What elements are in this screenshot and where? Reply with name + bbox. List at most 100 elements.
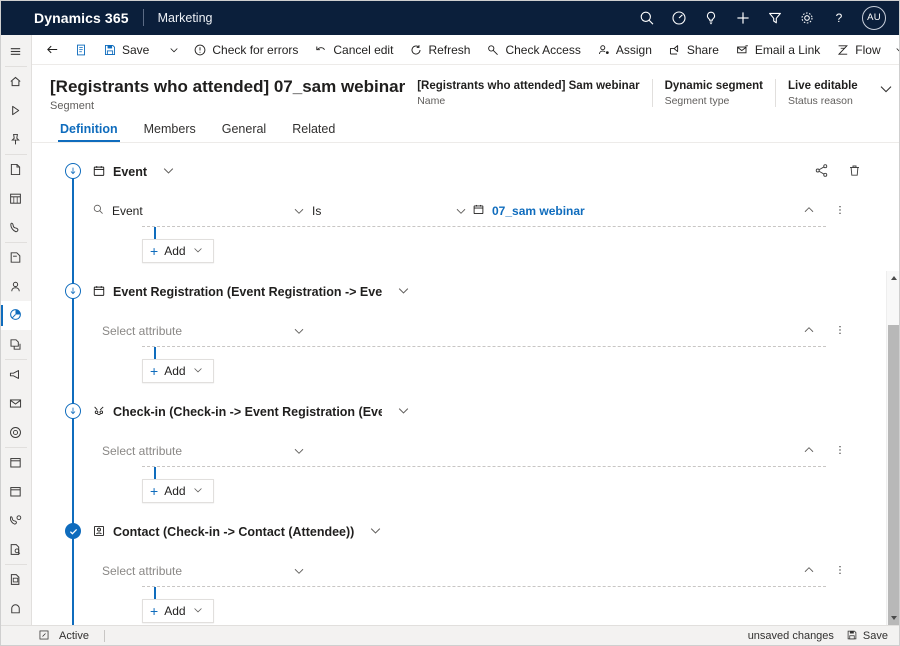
condition-value-link[interactable]: 07_sam webinar — [492, 204, 585, 218]
refresh-button[interactable]: Refresh — [401, 35, 478, 65]
query-node-open[interactable] — [65, 283, 81, 299]
query-block-chevron[interactable] — [396, 283, 411, 301]
check-access-button[interactable]: Check Access — [478, 35, 588, 65]
contact-icon[interactable] — [0, 272, 31, 301]
delete-icon[interactable] — [847, 163, 862, 181]
lightbulb-icon[interactable] — [696, 0, 726, 35]
diagnostics-icon[interactable] — [664, 0, 694, 35]
site-map-icon[interactable] — [0, 37, 31, 66]
venue-icon[interactable] — [0, 594, 31, 623]
condition-attribute[interactable]: Select attribute — [92, 324, 288, 338]
back-button[interactable] — [38, 35, 67, 65]
help-icon[interactable]: ? — [824, 0, 854, 35]
plus-icon[interactable] — [728, 0, 758, 35]
save-icon — [846, 629, 858, 644]
session-calendar-icon[interactable] — [0, 477, 31, 506]
calendar-entity-icon — [92, 164, 106, 181]
header-field-name: [Registrants who attended] Sam webinar N… — [405, 79, 651, 107]
page-title: [Registrants who attended] 07_sam webina… — [50, 77, 406, 96]
add-chevron-icon[interactable] — [192, 364, 204, 379]
share-button[interactable]: Share — [660, 35, 727, 65]
home-icon[interactable] — [0, 67, 31, 96]
form-icon[interactable] — [0, 418, 31, 447]
email-icon[interactable] — [0, 389, 31, 418]
survey-icon[interactable] — [0, 565, 31, 594]
save-options-chevron[interactable] — [163, 35, 185, 65]
scrollbar-track[interactable] — [887, 285, 900, 625]
phone-icon[interactable] — [0, 213, 31, 242]
save-button[interactable]: Save — [95, 35, 157, 65]
gear-icon[interactable] — [792, 0, 822, 35]
add-chevron-icon[interactable] — [192, 484, 204, 499]
query-block-chevron[interactable] — [161, 163, 176, 181]
query-node-open[interactable] — [65, 163, 81, 179]
header-expand-chevron[interactable] — [870, 79, 900, 100]
scroll-up-arrow[interactable] — [887, 271, 900, 285]
vertical-scrollbar[interactable] — [886, 271, 900, 625]
add-condition-button[interactable]: + Add — [142, 239, 214, 263]
tab-members[interactable]: Members — [134, 118, 206, 142]
chevron-up-icon[interactable] — [802, 323, 816, 340]
ellipsis-vertical-icon[interactable] — [834, 323, 846, 340]
condition-attribute-chevron[interactable] — [288, 564, 310, 578]
filter-icon[interactable] — [760, 0, 790, 35]
refresh-icon — [411, 44, 421, 54]
query-node-complete[interactable] — [65, 523, 81, 539]
condition-value[interactable]: 07_sam webinar — [472, 203, 585, 219]
account-icon[interactable] — [0, 243, 31, 272]
chevron-up-icon[interactable] — [802, 563, 816, 580]
tab-general[interactable]: General — [212, 118, 276, 142]
condition-operator[interactable]: Is — [310, 204, 450, 218]
condition-attribute[interactable]: Event — [92, 203, 288, 219]
chevron-down-icon — [880, 86, 892, 93]
chevron-up-icon[interactable] — [802, 443, 816, 460]
scroll-down-arrow[interactable] — [887, 611, 900, 625]
condition-attribute[interactable]: Select attribute — [92, 444, 288, 458]
chevron-up-icon[interactable] — [802, 203, 816, 220]
tab-related[interactable]: Related — [282, 118, 345, 142]
query-block-chevron[interactable] — [368, 523, 383, 541]
search-icon[interactable] — [632, 0, 662, 35]
page-icon[interactable] — [0, 155, 31, 184]
email-a-link-button[interactable]: Email a Link — [727, 35, 828, 65]
tab-definition[interactable]: Definition — [50, 118, 128, 142]
assign-button[interactable]: Assign — [589, 35, 660, 65]
add-condition-button[interactable]: + Add — [142, 599, 214, 623]
event-calendar-icon[interactable] — [0, 448, 31, 477]
ellipsis-vertical-icon[interactable] — [834, 563, 846, 580]
condition-attribute-chevron[interactable] — [288, 444, 310, 458]
flow-chevron[interactable] — [889, 35, 900, 65]
add-chevron-icon[interactable] — [192, 604, 204, 619]
journey-icon[interactable] — [0, 330, 31, 359]
recent-icon[interactable] — [0, 96, 31, 125]
flow-button[interactable]: Flow — [828, 35, 888, 65]
teamcall-icon[interactable] — [0, 506, 31, 535]
condition-row: Select attribute — [92, 556, 862, 586]
status-save-button[interactable]: Save — [846, 629, 888, 644]
pinned-icon[interactable] — [0, 125, 31, 154]
megaphone-icon[interactable] — [0, 360, 31, 389]
query-node-open[interactable] — [65, 403, 81, 419]
scrollbar-thumb[interactable] — [888, 325, 899, 625]
expand-icon[interactable] — [38, 629, 50, 644]
condition-attribute[interactable]: Select attribute — [92, 564, 288, 578]
condition-attribute-chevron[interactable] — [288, 204, 310, 218]
avatar[interactable]: AU — [862, 5, 886, 30]
sidebar-item-segments[interactable] — [0, 301, 31, 330]
form-icon — [77, 44, 85, 55]
ellipsis-vertical-icon[interactable] — [834, 443, 846, 460]
add-condition-button[interactable]: + Add — [142, 479, 214, 503]
registration-icon[interactable] — [0, 535, 31, 564]
ellipsis-vertical-icon[interactable] — [834, 203, 846, 220]
form-selector-button[interactable] — [67, 35, 95, 65]
check-for-errors-button[interactable]: Check for errors — [185, 35, 306, 65]
add-condition-button[interactable]: + Add — [142, 359, 214, 383]
chevron-down-icon — [398, 408, 409, 414]
condition-attribute-chevron[interactable] — [288, 324, 310, 338]
query-block-chevron[interactable] — [396, 403, 411, 421]
calendar-icon[interactable] — [0, 184, 31, 213]
add-chevron-icon[interactable] — [192, 244, 204, 259]
cancel-edit-button[interactable]: Cancel edit — [306, 35, 401, 65]
share-icon[interactable] — [814, 163, 829, 181]
condition-operator-chevron[interactable] — [450, 204, 472, 218]
